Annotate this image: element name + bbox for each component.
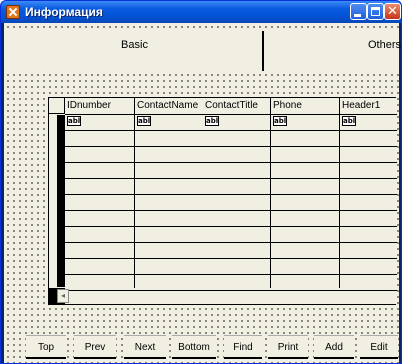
record-selector[interactable] — [49, 98, 65, 304]
tab-strip: Basic Others — [7, 31, 401, 71]
top-button[interactable]: Top — [26, 335, 66, 359]
grid-row-line — [65, 274, 397, 275]
minimize-button[interactable] — [350, 3, 367, 20]
column-contactname[interactable]: ContactName abl — [135, 98, 203, 288]
column-header-contacttitle[interactable]: ContactTitle — [205, 100, 258, 111]
add-button[interactable]: Add — [314, 335, 354, 359]
add-button-label: Add — [325, 342, 343, 353]
edit-button-label: Edit — [370, 342, 388, 353]
prev-button-label: Prev — [84, 342, 106, 353]
grid-row-line — [65, 194, 397, 195]
close-button[interactable]: ✕ — [384, 3, 401, 20]
grid-row-line — [65, 258, 397, 259]
text-type-icon: abl — [342, 116, 356, 126]
grid-row-line — [65, 162, 397, 163]
app-window: Информация ✕ Basic Others IDnumber abl C… — [0, 0, 402, 364]
bottom-button-label: Bottom — [178, 342, 210, 353]
app-icon[interactable] — [6, 5, 20, 19]
text-type-icon: abl — [137, 116, 151, 126]
find-button-label: Find — [233, 342, 253, 353]
tab-others-label: Others — [367, 39, 401, 51]
find-button[interactable]: Find — [224, 335, 262, 359]
top-button-label: Top — [37, 342, 55, 353]
form-client-area: Basic Others IDnumber abl ContactName ab… — [4, 23, 401, 363]
bottom-button[interactable]: Bottom — [172, 335, 216, 359]
column-phone[interactable]: Phone abl — [271, 98, 340, 288]
data-grid-area: IDnumber abl ContactName abl ContactTitl… — [48, 97, 397, 305]
grid-row-line — [65, 290, 397, 291]
column-idnumber[interactable]: IDnumber abl — [65, 98, 135, 288]
record-selector-bar — [57, 115, 65, 287]
scroll-left-button[interactable]: ◂ — [57, 289, 69, 303]
maximize-button[interactable] — [367, 3, 384, 20]
minimize-icon — [354, 14, 361, 17]
data-grid[interactable]: IDnumber abl ContactName abl ContactTitl… — [48, 97, 397, 305]
prev-button[interactable]: Prev — [74, 335, 116, 359]
window-title: Информация — [25, 5, 103, 19]
text-type-icon: abl — [205, 116, 219, 126]
close-icon: ✕ — [387, 4, 398, 19]
grid-row-line — [65, 178, 397, 179]
next-button[interactable]: Next — [124, 335, 166, 359]
grid-row-line — [65, 210, 397, 211]
column-header1[interactable]: Header1 abl — [340, 98, 397, 288]
grid-row-line — [65, 242, 397, 243]
title-bar[interactable]: Информация ✕ — [1, 1, 401, 23]
edit-button[interactable]: Edit — [360, 335, 398, 359]
grid-row-line — [65, 114, 397, 115]
tab-basic[interactable]: Basic — [7, 31, 264, 71]
tab-basic-label: Basic — [121, 39, 148, 51]
grid-row-line — [65, 226, 397, 227]
column-header-idnumber[interactable]: IDnumber — [67, 100, 111, 111]
navigation-buttons: Top Prev Next Bottom Find Print Add Edit — [4, 329, 399, 363]
next-button-label: Next — [134, 342, 156, 353]
column-header-contactname[interactable]: ContactName — [137, 100, 198, 111]
maximize-icon — [371, 7, 380, 16]
select-all-cell[interactable] — [49, 98, 65, 114]
print-button[interactable]: Print — [268, 335, 308, 359]
grid-row-line — [65, 130, 397, 131]
text-type-icon: abl — [273, 116, 287, 126]
text-type-icon: abl — [67, 116, 81, 126]
grid-row-line — [65, 146, 397, 147]
column-contacttitle[interactable]: ContactTitle abl — [203, 98, 271, 288]
print-button-label: Print — [277, 342, 299, 353]
column-header-header1[interactable]: Header1 — [342, 100, 380, 111]
column-header-phone[interactable]: Phone — [273, 100, 302, 111]
tab-others[interactable]: Others — [266, 31, 401, 71]
